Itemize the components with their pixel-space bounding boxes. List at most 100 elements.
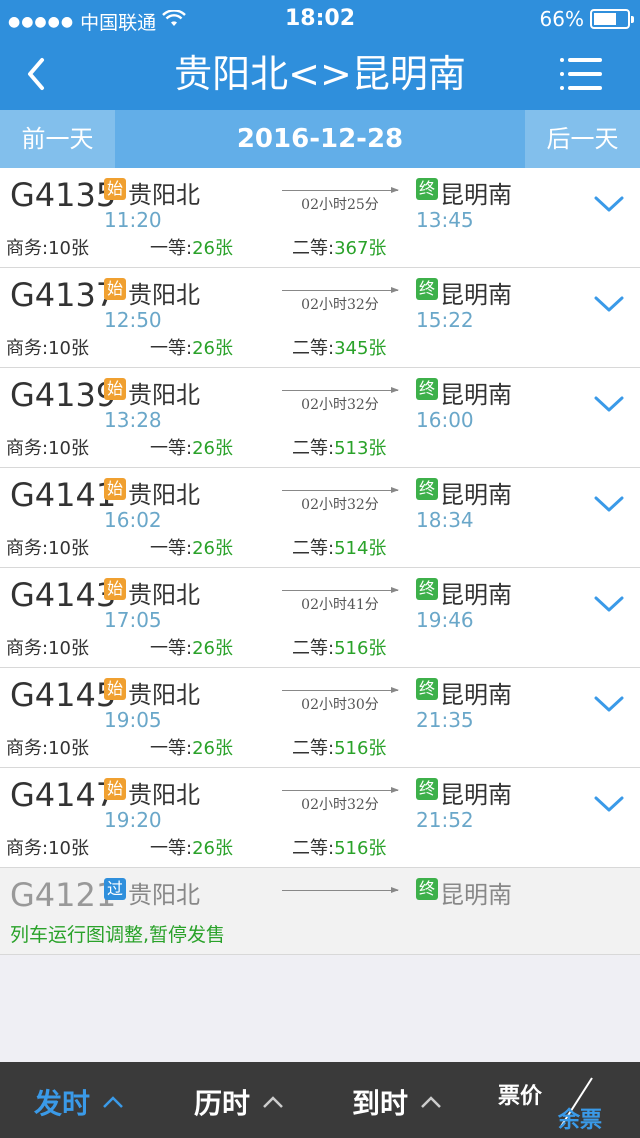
train-row-suspended: G4121 过贵阳北 终昆明南 列车运行图调整,暂停发售 — [0, 868, 640, 955]
sort-price-label: 票价 — [498, 1084, 543, 1109]
travel-duration: 02小时32分 — [301, 297, 379, 313]
arrival-station: 昆明南 — [440, 781, 512, 809]
nav-bar: 贵阳北<>昆明南 — [0, 38, 640, 110]
first-class-seat: 一等:26张 — [150, 234, 233, 260]
seat-count: 26张 — [192, 238, 233, 259]
seat-label: 商务: — [6, 538, 49, 559]
travel-duration: 02小时30分 — [301, 697, 379, 713]
seat-count: 26张 — [192, 538, 233, 559]
sort-arrive-tab[interactable]: 到时 — [352, 1082, 442, 1122]
departure-station: 贵阳北 — [128, 781, 200, 809]
sort-duration-tab[interactable]: 历时 — [194, 1082, 284, 1122]
travel-duration: 02小时32分 — [301, 397, 379, 413]
departure-station: 贵阳北 — [128, 881, 200, 909]
origin-badge: 始 — [104, 378, 126, 400]
train-row[interactable]: G4137 始贵阳北 12:50 02小时32分 终昆明南 15:22 商务:10张 一等:2… — [0, 268, 640, 368]
chevron-down-icon[interactable] — [592, 392, 626, 416]
train-number: G4139 — [10, 376, 117, 414]
current-date[interactable]: 2016-12-28 — [115, 110, 525, 168]
sort-arrive-label: 到时 — [352, 1087, 409, 1120]
chevron-down-icon[interactable] — [592, 492, 626, 516]
terminal-badge: 终 — [416, 778, 438, 800]
seat-count: 10张 — [48, 538, 89, 559]
seat-count: 26张 — [192, 438, 233, 459]
second-class-seat: 二等:513张 — [292, 434, 386, 460]
chevron-up-icon — [421, 1096, 441, 1108]
seat-label: 一等: — [150, 838, 193, 859]
travel-duration: 02小时41分 — [301, 597, 379, 613]
terminal-badge: 终 — [416, 578, 438, 600]
second-class-seat: 二等:516张 — [292, 634, 386, 660]
seat-label: 二等: — [292, 738, 335, 759]
train-row[interactable]: G4135 始贵阳北 11:20 02小时25分 终昆明南 13:45 商务:10张 一等:2… — [0, 168, 640, 268]
seat-label: 一等: — [150, 438, 193, 459]
train-number: G4137 — [10, 276, 117, 314]
origin-badge: 始 — [104, 478, 126, 500]
arrival-station: 昆明南 — [440, 281, 512, 309]
next-day-button[interactable]: 后一天 — [525, 110, 640, 168]
seat-label: 一等: — [150, 338, 193, 359]
first-class-seat: 一等:26张 — [150, 434, 233, 460]
sort-depart-tab[interactable]: 发时 — [34, 1082, 124, 1122]
terminal-badge: 终 — [416, 178, 438, 200]
arrow-right-icon — [282, 387, 399, 393]
arrow-right-icon — [282, 887, 399, 893]
status-bar: ●●●●● 中国联通 18:02 66% — [0, 0, 640, 38]
first-class-seat: 一等:26张 — [150, 834, 233, 860]
seat-label: 一等: — [150, 738, 193, 759]
battery-icon — [590, 9, 634, 29]
seat-label: 二等: — [292, 638, 335, 659]
seat-label: 商务: — [6, 238, 49, 259]
seat-label: 商务: — [6, 838, 49, 859]
arrival-station: 昆明南 — [440, 881, 512, 909]
departure-station: 贵阳北 — [128, 481, 200, 509]
suspension-notice: 列车运行图调整,暂停发售 — [10, 924, 226, 946]
origin-badge: 始 — [104, 778, 126, 800]
seat-count: 513张 — [334, 438, 387, 459]
train-row[interactable]: G4139 始贵阳北 13:28 02小时32分 终昆明南 16:00 商务:10张 一等:2… — [0, 368, 640, 468]
second-class-seat: 二等:514张 — [292, 534, 386, 560]
chevron-down-icon[interactable] — [592, 792, 626, 816]
sort-duration-label: 历时 — [194, 1087, 251, 1120]
origin-badge: 始 — [104, 278, 126, 300]
seat-count: 367张 — [334, 238, 387, 259]
seat-label: 商务: — [6, 338, 49, 359]
prev-day-button[interactable]: 前一天 — [0, 110, 115, 168]
departure-time: 19:05 — [104, 708, 162, 732]
departure-station: 贵阳北 — [128, 281, 200, 309]
seat-count: 10张 — [48, 738, 89, 759]
train-list: G4135 始贵阳北 11:20 02小时25分终昆明南 13:45 商务:10张 一等:2… — [0, 168, 640, 955]
arrow-right-icon — [282, 587, 399, 593]
arrival-station: 昆明南 — [440, 481, 512, 509]
arrow-right-icon — [282, 287, 399, 293]
arrow-right-icon — [282, 687, 399, 693]
second-class-seat: 二等:516张 — [292, 734, 386, 760]
train-row[interactable]: G4145 始贵阳北 19:05 02小时30分 终昆明南 21:35 商务:10张 一等:2… — [0, 668, 640, 768]
train-row[interactable]: G4147 始贵阳北 19:20 02小时32分 终昆明南 21:52 商务:10张 一等:2… — [0, 768, 640, 868]
train-number: G4121 — [10, 876, 117, 914]
second-class-seat: 二等:345张 — [292, 334, 386, 360]
terminal-badge: 终 — [416, 478, 438, 500]
status-right: 66% — [540, 7, 634, 31]
first-class-seat: 一等:26张 — [150, 534, 233, 560]
arrival-station: 昆明南 — [440, 681, 512, 709]
chevron-down-icon[interactable] — [592, 692, 626, 716]
seat-count: 516张 — [334, 838, 387, 859]
business-seat: 商务:10张 — [6, 434, 89, 460]
chevron-down-icon[interactable] — [592, 192, 626, 216]
seat-label: 二等: — [292, 338, 335, 359]
train-row[interactable]: G4143 始贵阳北 17:05 02小时41分 终昆明南 19:46 商务:10张 一等:2… — [0, 568, 640, 668]
arrival-time: 21:52 — [416, 808, 474, 832]
departure-time: 19:20 — [104, 808, 162, 832]
seat-count: 10张 — [48, 638, 89, 659]
arrival-time: 13:45 — [416, 208, 474, 232]
train-row[interactable]: G4141 始贵阳北 16:02 02小时32分 终昆明南 18:34 商务:10张 一等:2… — [0, 468, 640, 568]
terminal-badge: 终 — [416, 378, 438, 400]
chevron-down-icon[interactable] — [592, 592, 626, 616]
departure-time: 17:05 — [104, 608, 162, 632]
travel-duration: 02小时25分 — [301, 197, 379, 213]
chevron-down-icon[interactable] — [592, 292, 626, 316]
seat-label: 商务: — [6, 738, 49, 759]
menu-button[interactable] — [560, 56, 602, 92]
seat-label: 商务: — [6, 438, 49, 459]
